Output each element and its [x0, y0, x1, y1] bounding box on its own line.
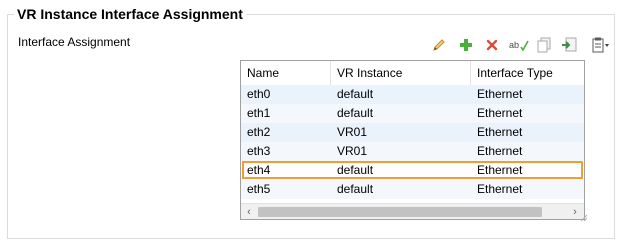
spellcheck-rename-icon: ab	[509, 40, 529, 52]
cell-vr-instance: VR01	[337, 125, 368, 139]
section-title: VR Instance Interface Assignment	[14, 5, 246, 23]
clipboard-menu-icon	[592, 37, 609, 53]
cell-name: eth2	[247, 125, 271, 139]
paste-button[interactable]	[560, 36, 578, 54]
rename-button[interactable]: ab	[508, 36, 530, 54]
table-row[interactable]: eth2 VR01 Ethernet	[241, 123, 584, 142]
plus-add-icon	[460, 39, 472, 51]
cell-vr-instance: default	[337, 182, 374, 196]
cell-interface-type: Ethernet	[477, 144, 523, 158]
table-header: Name VR Instance Interface Type	[241, 61, 584, 86]
table-row[interactable]: eth0 default Ethernet	[241, 85, 584, 104]
close-delete-icon	[486, 39, 498, 51]
interface-assignment-table[interactable]: Name VR Instance Interface Type eth0 def…	[240, 60, 585, 220]
cell-interface-type: Ethernet	[477, 182, 523, 196]
svg-text:ab: ab	[509, 40, 519, 50]
toolbar: ab	[430, 36, 620, 54]
cell-vr-instance: VR01	[337, 144, 368, 158]
table-row-selected[interactable]: eth4 default Ethernet	[241, 161, 584, 180]
menu-button[interactable]	[590, 36, 612, 54]
cell-name: eth4	[247, 163, 271, 177]
delete-button[interactable]	[483, 36, 501, 54]
cell-vr-instance: default	[337, 87, 374, 101]
cell-vr-instance: default	[337, 163, 374, 177]
cell-name: eth0	[247, 87, 271, 101]
column-header-vr-instance[interactable]: VR Instance	[331, 61, 471, 85]
table-row[interactable]: eth3 VR01 Ethernet	[241, 142, 584, 161]
column-header-interface-type[interactable]: Interface Type	[471, 61, 584, 85]
edit-button[interactable]	[430, 36, 448, 54]
horizontal-scrollbar[interactable]: ‹ ›	[241, 203, 584, 219]
table-row[interactable]: eth1 default Ethernet	[241, 104, 584, 123]
table-row[interactable]: eth5 default Ethernet	[241, 180, 584, 199]
resize-grip-icon[interactable]	[580, 214, 588, 222]
scroll-left-button[interactable]: ‹	[241, 204, 257, 219]
cell-name: eth3	[247, 144, 271, 158]
interface-assignment-label: Interface Assignment	[18, 35, 131, 49]
pencil-edit-icon	[433, 39, 445, 51]
column-header-name[interactable]: Name	[241, 61, 331, 85]
scroll-thumb[interactable]	[258, 207, 542, 217]
cell-name: eth5	[247, 182, 271, 196]
copy-button[interactable]	[535, 36, 553, 54]
paste-import-icon	[562, 37, 577, 52]
add-button[interactable]	[457, 36, 475, 54]
cell-vr-instance: default	[337, 106, 374, 120]
cell-name: eth1	[247, 106, 271, 120]
copy-icon	[537, 37, 551, 53]
cell-interface-type: Ethernet	[477, 87, 523, 101]
cell-interface-type: Ethernet	[477, 125, 523, 139]
cell-interface-type: Ethernet	[477, 163, 523, 177]
cell-interface-type: Ethernet	[477, 106, 523, 120]
